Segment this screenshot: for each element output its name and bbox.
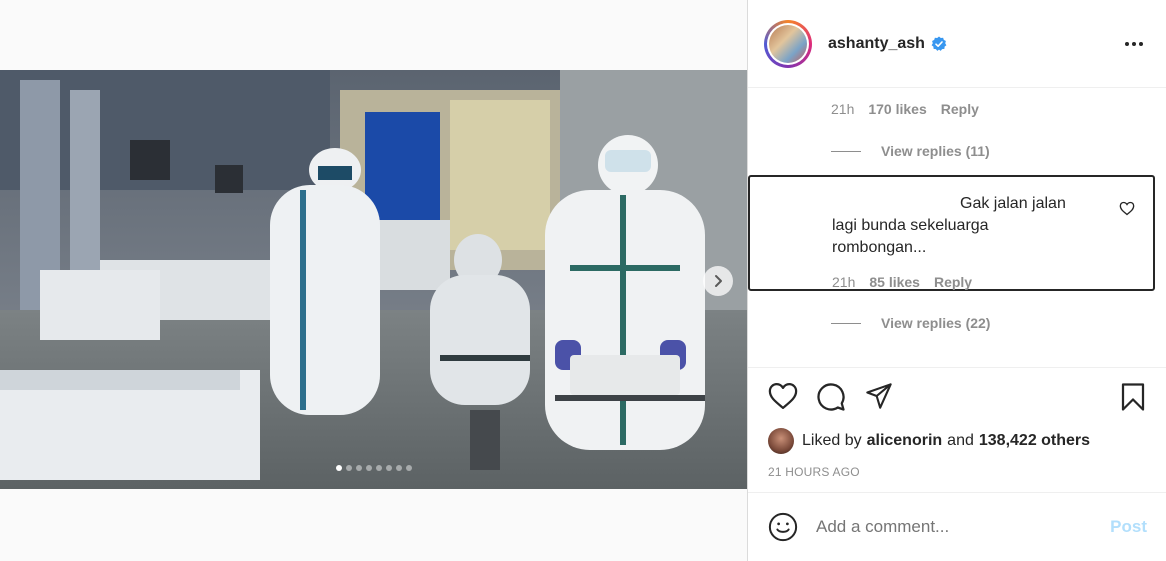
view-replies-button[interactable]: View replies (11) bbox=[831, 143, 990, 159]
carousel-dot bbox=[405, 465, 412, 471]
liker-username[interactable]: alicenorin bbox=[867, 432, 943, 450]
replies-divider bbox=[831, 150, 861, 152]
carousel-dot bbox=[375, 465, 382, 471]
carousel-dot bbox=[345, 465, 352, 471]
more-options-icon bbox=[1125, 42, 1143, 46]
carousel-next-icon bbox=[715, 275, 722, 287]
comment-icon bbox=[817, 383, 845, 411]
post-header: ashanty_ash bbox=[748, 0, 1166, 88]
comment-meta: 21h 85 likes Reply bbox=[832, 274, 972, 290]
comment-reply-button[interactable]: Reply bbox=[941, 101, 979, 117]
post-photo[interactable] bbox=[0, 70, 747, 489]
carousel-dot bbox=[385, 465, 392, 471]
carousel-dot bbox=[395, 465, 402, 471]
comment-likes[interactable]: 85 likes bbox=[869, 274, 920, 290]
author-username[interactable]: ashanty_ash bbox=[828, 35, 925, 53]
action-icons bbox=[768, 382, 894, 412]
comment-button[interactable] bbox=[816, 382, 846, 412]
comment-input[interactable] bbox=[816, 517, 1086, 537]
post-sidebar: ashanty_ash 21h 170 likes Reply View rep… bbox=[747, 0, 1166, 561]
comment-like-icon bbox=[1119, 201, 1135, 216]
hospital-ward-photo bbox=[0, 70, 747, 489]
carousel-next-button[interactable] bbox=[703, 266, 733, 296]
post-comment-button[interactable]: Post bbox=[1110, 517, 1147, 537]
like-icon bbox=[768, 383, 798, 409]
comment-meta: 21h 170 likes Reply bbox=[831, 101, 979, 117]
share-icon bbox=[866, 383, 892, 409]
comment-like-button[interactable] bbox=[1119, 201, 1135, 221]
post-timestamp[interactable]: 21 HOURS AGO bbox=[768, 465, 860, 479]
comment-time: 21h bbox=[831, 101, 855, 117]
comment-text-rest: lagi bunda sekeluarga rombongan... bbox=[832, 217, 989, 256]
avatar-image bbox=[769, 24, 807, 63]
highlighted-comment: Gak jalan jalan lagi bunda sekeluarga ro… bbox=[748, 175, 1155, 291]
comment-text: Gak jalan jalan lagi bunda sekeluarga ro… bbox=[832, 193, 1082, 259]
share-button[interactable] bbox=[864, 382, 894, 412]
more-options-button[interactable] bbox=[1124, 34, 1144, 52]
avatar-border bbox=[767, 22, 809, 65]
view-replies-button[interactable]: View replies (22) bbox=[831, 315, 990, 331]
comments-list: 21h 170 likes Reply View replies (11) Ga… bbox=[748, 89, 1166, 367]
add-comment-bar: Post bbox=[748, 492, 1166, 561]
carousel-indicator bbox=[0, 465, 747, 471]
replies-divider bbox=[831, 322, 861, 324]
likes-conjunction: and bbox=[947, 432, 974, 449]
view-replies-label: View replies (11) bbox=[881, 143, 990, 159]
like-button[interactable] bbox=[768, 382, 798, 412]
comment-time: 21h bbox=[832, 274, 856, 290]
liker-avatar[interactable] bbox=[768, 428, 794, 454]
save-button[interactable] bbox=[1119, 382, 1147, 417]
comment-text-line1: Gak jalan jalan bbox=[960, 195, 1066, 212]
carousel-dot bbox=[335, 465, 342, 471]
comment-likes[interactable]: 170 likes bbox=[868, 101, 926, 117]
post-actions: Liked by alicenorin and 138,422 others 2… bbox=[748, 367, 1166, 492]
author-avatar[interactable] bbox=[764, 19, 812, 68]
save-icon bbox=[1121, 383, 1145, 411]
view-replies-label: View replies (22) bbox=[881, 315, 991, 331]
likes-summary: Liked by alicenorin and 138,422 others bbox=[768, 428, 1095, 454]
post-dialog: ashanty_ash 21h 170 likes Reply View rep… bbox=[0, 0, 1166, 561]
carousel-dot bbox=[365, 465, 372, 471]
carousel-dot bbox=[355, 465, 362, 471]
media-pane bbox=[0, 0, 747, 561]
likes-prefix: Liked by bbox=[802, 432, 862, 449]
emoji-button[interactable] bbox=[768, 512, 798, 542]
emoji-icon bbox=[768, 512, 798, 542]
verified-badge-icon bbox=[931, 36, 947, 52]
likes-others-link[interactable]: 138,422 others bbox=[979, 432, 1090, 450]
comment-reply-button[interactable]: Reply bbox=[934, 274, 972, 290]
